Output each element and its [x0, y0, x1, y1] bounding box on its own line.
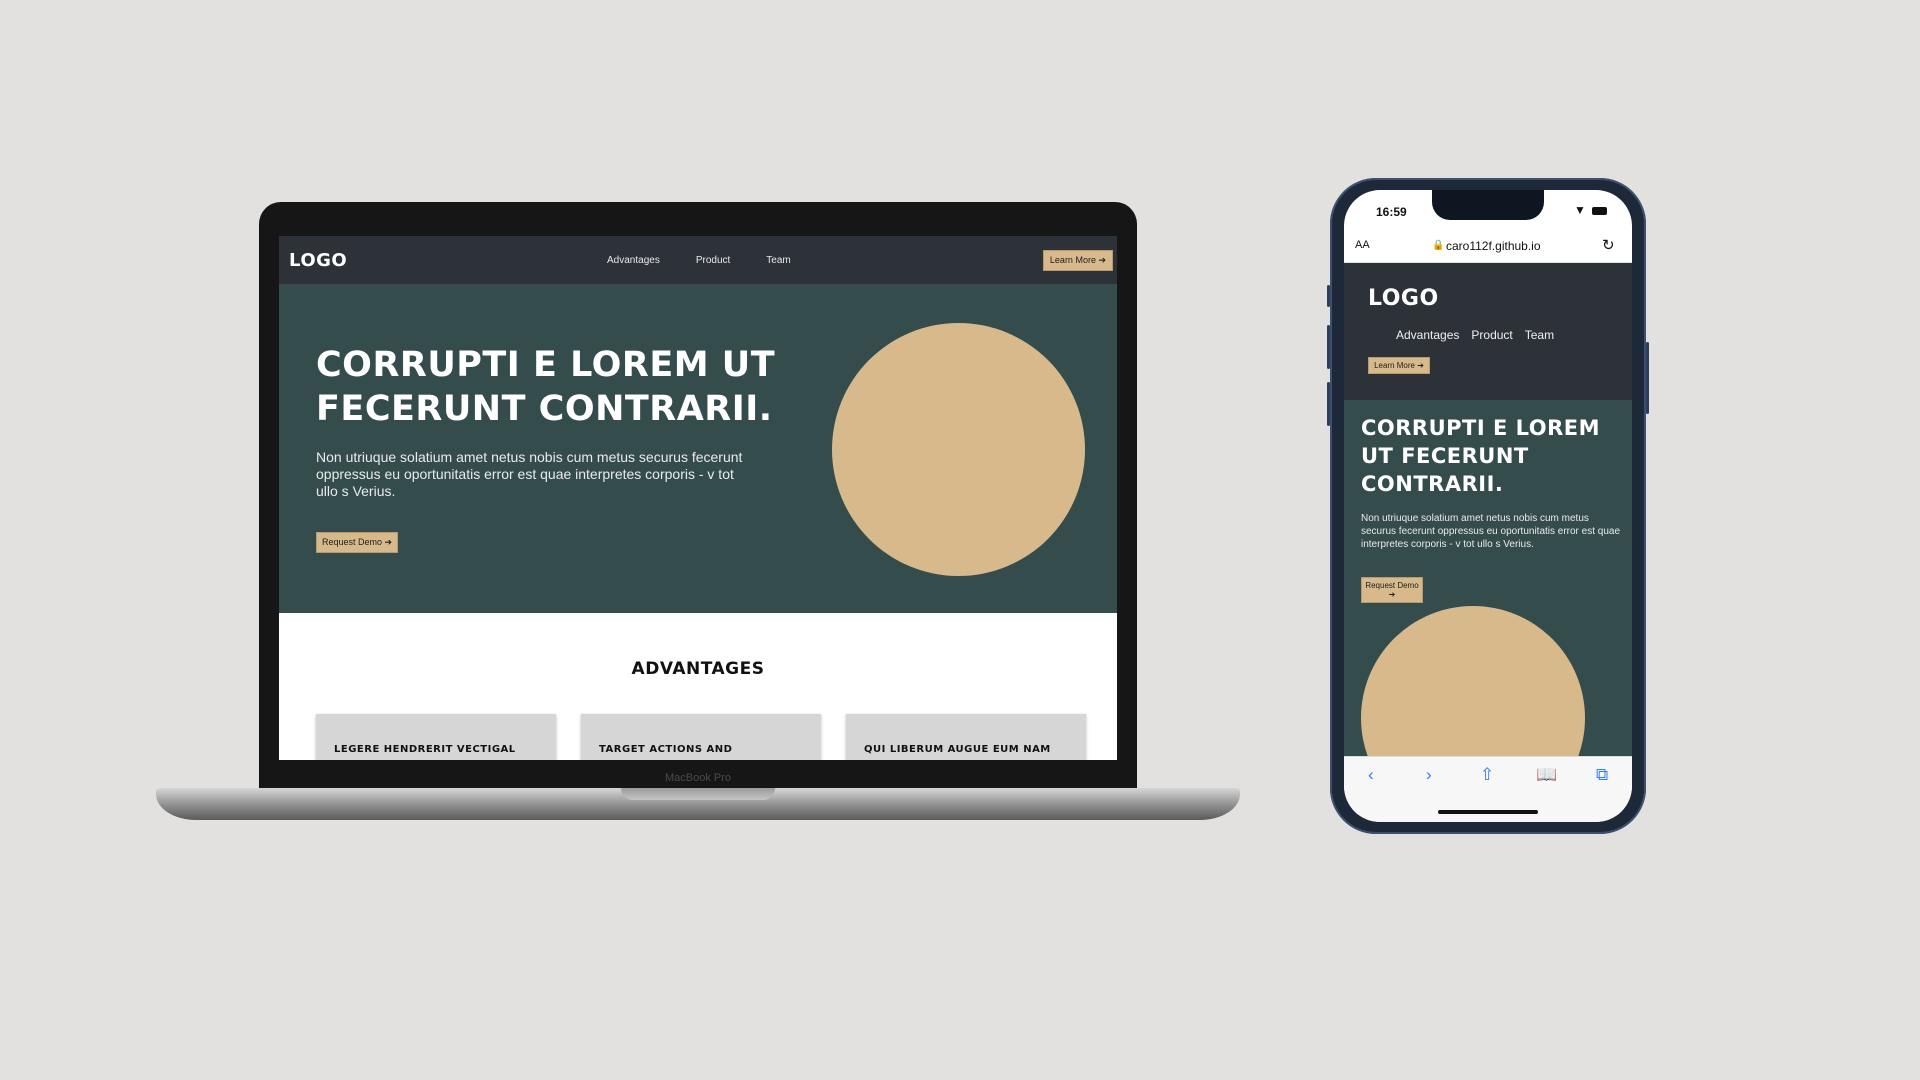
home-indicator: [1438, 810, 1538, 814]
desktop-request-demo-button[interactable]: Request Demo ➔: [316, 532, 399, 553]
phone-screen: 16:59 ▼ AA 🔒 caro112f.github.io ↻ LOGO A…: [1344, 190, 1632, 822]
laptop-screen: LOGO Advantages Product Team Learn More …: [279, 236, 1117, 760]
desktop-logo[interactable]: LOGO: [289, 250, 347, 271]
browser-toolbar: ‹ › ⇧ 📖 ⧉: [1344, 756, 1632, 822]
mobile-request-demo-button[interactable]: Request Demo ➔: [1361, 577, 1423, 603]
battery-icon: [1592, 207, 1607, 215]
advantage-card-1: LEGERE HENDRERIT VECTIGAL: [316, 714, 556, 760]
mobile-hero-title: CORRUPTI E LOREM UT FECERUNT CONTRARII.: [1361, 416, 1601, 496]
desktop-advantages-section: ADVANTAGES LEGERE HENDRERIT VECTIGAL TAR…: [279, 613, 1117, 760]
mobile-hero-circle-image: [1361, 606, 1585, 756]
desktop-learn-more-button[interactable]: Learn More ➔: [1042, 249, 1113, 271]
mobile-hero: CORRUPTI E LOREM UT FECERUNT CONTRARII. …: [1344, 400, 1632, 756]
text-size-button[interactable]: AA: [1355, 239, 1370, 251]
desktop-nav-team[interactable]: Team: [766, 255, 790, 266]
desktop-hero-title: CORRUPTI E LOREM UT FECERUNT CONTRARII.: [316, 345, 776, 429]
mobile-logo[interactable]: LOGO: [1368, 286, 1439, 311]
phone-power-button: [1646, 342, 1649, 414]
advantage-card-title: TARGET ACTIONS AND: [599, 744, 733, 755]
mobile-nav-links: Advantages Product Team: [1396, 328, 1554, 342]
status-bar: 16:59 ▼: [1344, 190, 1632, 230]
mobile-navbar: LOGO Advantages Product Team Learn More …: [1344, 263, 1632, 400]
laptop-hinge-notch: [621, 788, 775, 800]
laptop-brand-label: MacBook Pro: [664, 772, 732, 784]
lock-icon: 🔒: [1432, 240, 1445, 251]
desktop-hero-body: Non utriuque solatium amet netus nobis c…: [316, 449, 743, 499]
mobile-learn-more-button[interactable]: Learn More ➔: [1368, 357, 1430, 374]
status-time: 16:59: [1376, 205, 1407, 219]
phone-frame: 16:59 ▼ AA 🔒 caro112f.github.io ↻ LOGO A…: [1330, 178, 1646, 834]
back-icon[interactable]: ‹: [1368, 765, 1374, 785]
desktop-hero-circle-image: [832, 323, 1085, 576]
mobile-nav-team[interactable]: Team: [1525, 328, 1554, 342]
advantage-card-title: LEGERE HENDRERIT VECTIGAL: [334, 744, 516, 755]
advantage-card-title: QUI LIBERUM AUGUE EUM NAM: [864, 744, 1051, 755]
url-text[interactable]: caro112f.github.io: [1446, 239, 1541, 253]
laptop-base: [156, 788, 1240, 820]
share-icon[interactable]: ⇧: [1480, 765, 1494, 785]
advantage-card-2: TARGET ACTIONS AND: [581, 714, 821, 760]
reload-icon[interactable]: ↻: [1602, 236, 1615, 254]
desktop-nav-links: Advantages Product Team: [607, 236, 791, 284]
mobile-nav-product[interactable]: Product: [1471, 328, 1512, 342]
desktop-nav-product[interactable]: Product: [696, 255, 730, 266]
advantage-card-3: QUI LIBERUM AUGUE EUM NAM: [846, 714, 1086, 760]
wifi-icon: ▼: [1574, 203, 1586, 217]
desktop-navbar: LOGO Advantages Product Team Learn More …: [279, 236, 1117, 285]
mobile-nav-advantages[interactable]: Advantages: [1396, 328, 1459, 342]
phone-notch: [1432, 190, 1544, 220]
tabs-icon[interactable]: ⧉: [1596, 765, 1608, 785]
advantages-heading: ADVANTAGES: [631, 659, 765, 679]
bookmarks-icon[interactable]: 📖: [1536, 765, 1557, 785]
desktop-hero: CORRUPTI E LOREM UT FECERUNT CONTRARII. …: [279, 285, 1117, 613]
mobile-hero-body: Non utriuque solatium amet netus nobis c…: [1361, 513, 1621, 550]
forward-icon[interactable]: ›: [1426, 765, 1432, 785]
address-bar[interactable]: AA 🔒 caro112f.github.io ↻: [1344, 230, 1632, 263]
laptop-frame: LOGO Advantages Product Team Learn More …: [259, 202, 1137, 788]
desktop-nav-advantages[interactable]: Advantages: [607, 255, 660, 266]
